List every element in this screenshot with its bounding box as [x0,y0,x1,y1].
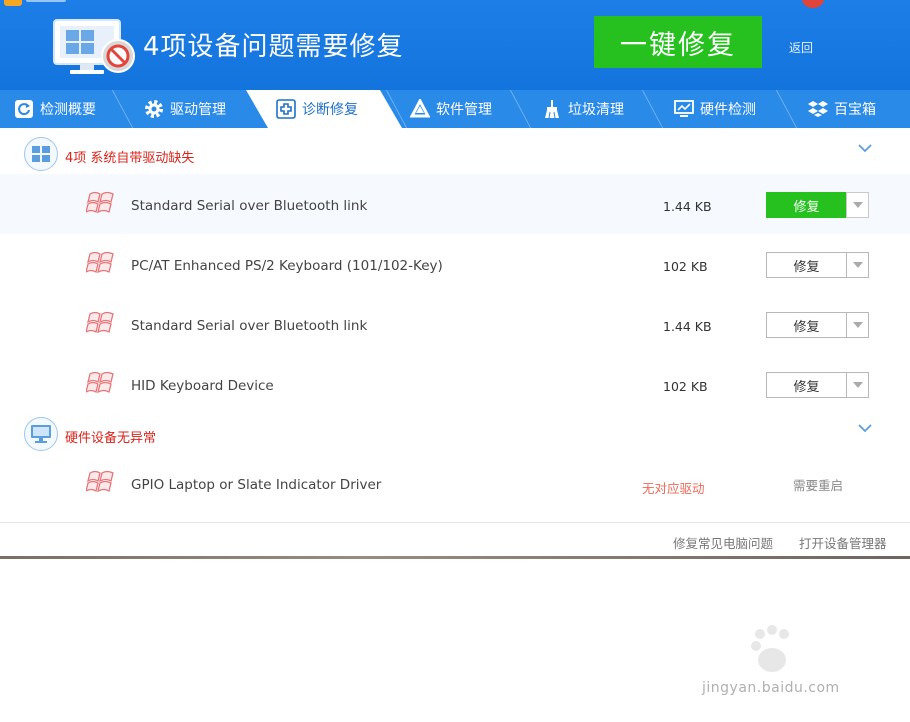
restart-required-label: 需要重启 [793,478,844,493]
driver-size: 1.44 KB [663,319,712,334]
app-logo-icon [4,0,22,6]
device-name: HID Keyboard Device [131,378,274,394]
driver-size: 1.44 KB [663,199,712,214]
windows-flag-icon [86,311,114,334]
page-title: 4项设备问题需要修复 [143,32,404,62]
device-name: PC/AT Enhanced PS/2 Keyboard (101/102-Ke… [131,258,443,274]
section-title: 硬件设备无异常 [65,431,157,446]
windows-flag-icon [86,191,114,214]
monitor-chart-icon [674,100,694,117]
repair-split-button: 修复 [766,192,869,218]
content-footer: 修复常见电脑问题 打开设备管理器 [0,522,910,558]
monitor-icon [31,425,51,443]
triangle-logo-icon [410,99,430,118]
tab-diagnose-repair[interactable]: 诊断修复 [276,90,358,128]
device-row[interactable]: Standard Serial over Bluetooth link 1.44… [0,294,910,354]
window-bottom-edge [0,556,910,559]
app-header: 4项设备问题需要修复 一键修复 返回 [0,0,910,90]
windows-flag-icon [86,251,114,274]
tab-label: 检测概要 [40,102,96,118]
chevron-down-icon[interactable] [857,422,873,434]
tab-software-management[interactable]: 软件管理 [410,90,492,128]
refresh-icon [15,100,33,118]
repair-split-button: 修复 [766,252,869,278]
tab-label: 驱动管理 [170,102,226,118]
repair-button[interactable]: 修复 [766,252,846,278]
open-device-manager-link[interactable]: 打开设备管理器 [799,533,887,552]
driver-size: 102 KB [663,259,708,274]
repair-button[interactable]: 修复 [766,312,846,338]
section-header-missing-drivers: 4项 系统自带驱动缺失 [0,128,910,174]
driver-status: 无对应驱动 [642,481,705,496]
windows-flag-icon [86,371,114,394]
watermark-text: jingyan.baidu.com [702,680,840,696]
tab-label: 百宝箱 [834,102,876,118]
chevron-down-icon[interactable] [857,142,873,154]
section-title: 4项 系统自带驱动缺失 [65,151,195,166]
device-row[interactable]: GPIO Laptop or Slate Indicator Driver 无对… [0,454,910,514]
driver-size: 102 KB [663,379,708,394]
device-name: Standard Serial over Bluetooth link [131,318,368,334]
tab-label: 诊断修复 [302,102,358,118]
repair-button[interactable]: 修复 [766,372,846,398]
section-header-hardware-ok: 硬件设备无异常 [0,408,910,454]
tab-hardware-detection[interactable]: 硬件检测 [674,90,756,128]
repair-split-button: 修复 [766,372,869,398]
caret-down-icon [852,202,863,208]
monitor-error-icon [53,19,135,74]
repair-options-dropdown[interactable] [846,192,869,218]
medical-cross-icon [276,99,296,119]
windows-logo-icon [32,146,50,162]
back-link[interactable]: 返回 [789,39,813,56]
close-icon[interactable] [802,0,824,8]
windows-flag-icon [86,470,114,493]
device-row[interactable]: HID Keyboard Device 102 KB 修复 [0,354,910,414]
repair-options-dropdown[interactable] [846,252,869,278]
diagnose-content: 4项 系统自带驱动缺失 Standard Serial over Bluetoo… [0,128,910,558]
tab-label: 软件管理 [436,102,492,118]
caret-down-icon [852,382,863,388]
fix-common-problems-link[interactable]: 修复常见电脑问题 [673,533,773,552]
repair-split-button: 修复 [766,312,869,338]
tab-detection-summary[interactable]: 检测概要 [14,90,96,128]
device-row[interactable]: Standard Serial over Bluetooth link 1.44… [0,174,910,234]
tab-label: 垃圾清理 [568,102,624,118]
fix-all-button[interactable]: 一键修复 [594,16,762,68]
device-name: Standard Serial over Bluetooth link [131,198,368,214]
repair-options-dropdown[interactable] [846,372,869,398]
repair-options-dropdown[interactable] [846,312,869,338]
caret-down-icon [852,322,863,328]
device-name: GPIO Laptop or Slate Indicator Driver [131,477,382,493]
tab-toolbox[interactable]: 百宝箱 [808,90,876,128]
app-name-fragment [26,0,66,2]
device-row[interactable]: PC/AT Enhanced PS/2 Keyboard (101/102-Ke… [0,234,910,294]
tab-driver-management[interactable]: 驱动管理 [144,90,226,128]
tab-junk-cleanup[interactable]: 垃圾清理 [542,90,624,128]
repair-button[interactable]: 修复 [766,192,846,218]
tab-bar: 检测概要 驱动管理 诊断修复 软件管理 垃圾清理 硬件检测 百宝箱 [0,90,910,128]
gear-icon [145,100,163,118]
broom-icon [545,100,559,119]
caret-down-icon [852,262,863,268]
toolbox-icon [808,101,828,117]
tab-label: 硬件检测 [700,102,756,118]
